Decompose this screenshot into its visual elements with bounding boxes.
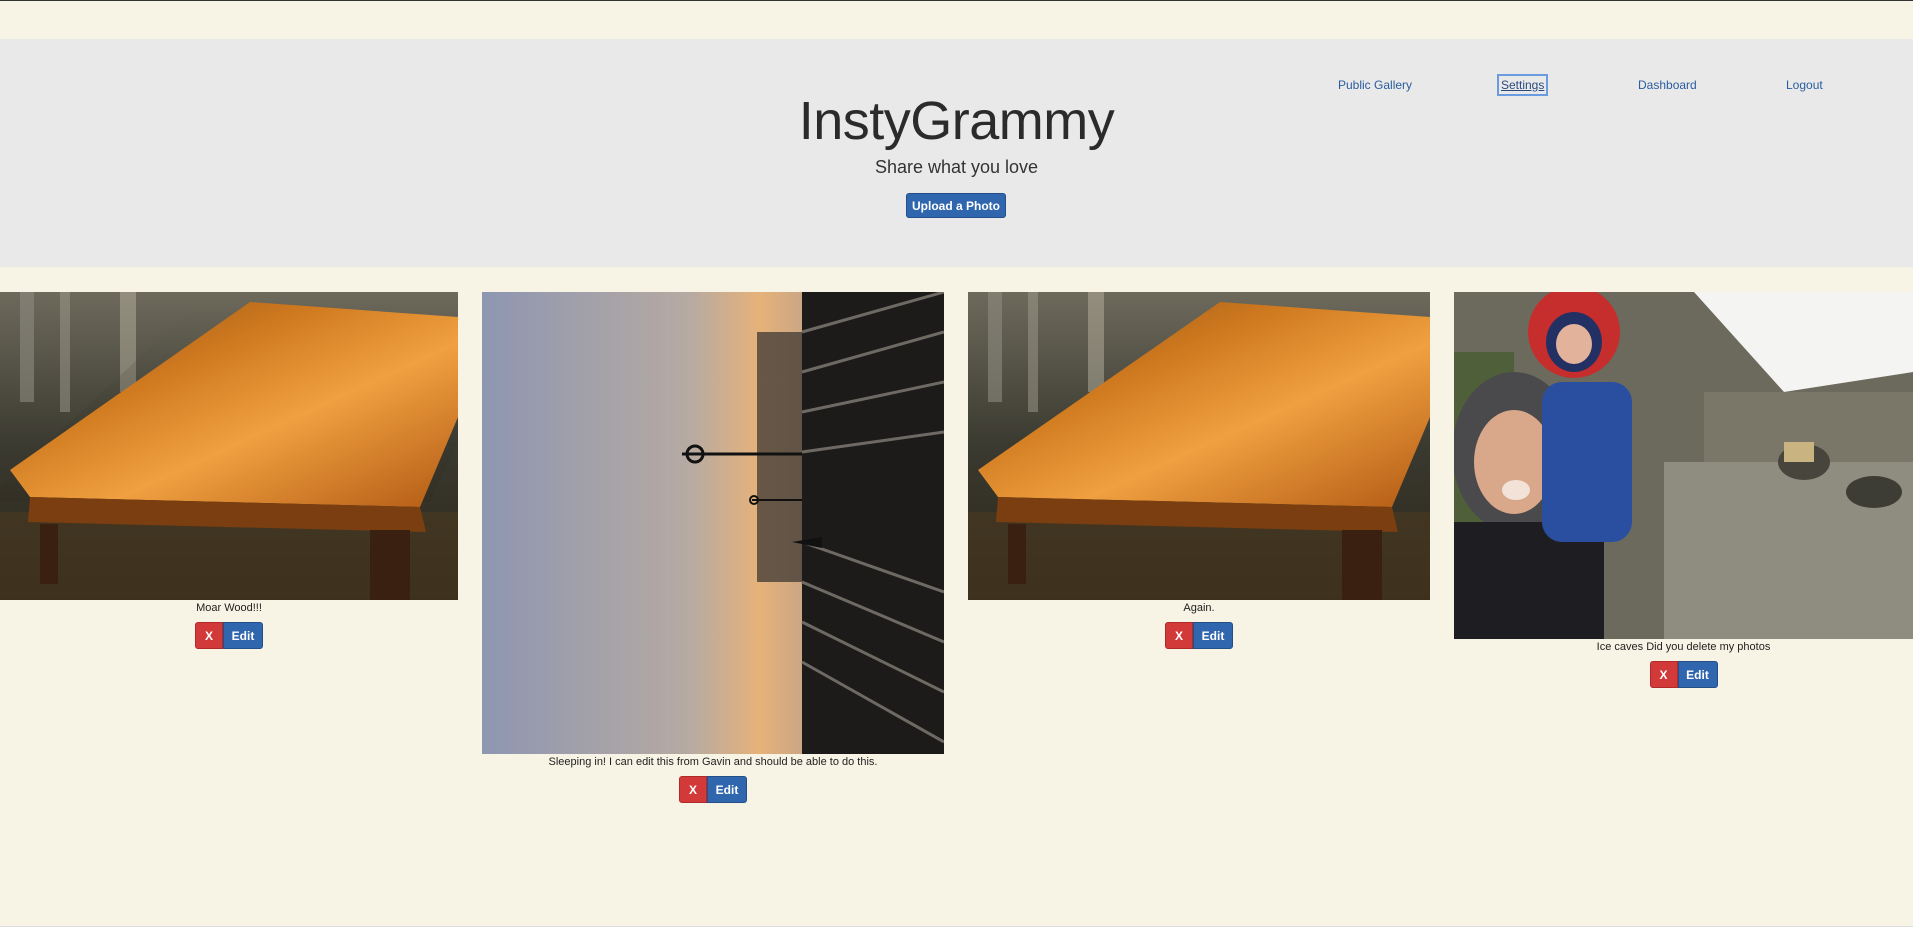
photo-actions: X Edit	[0, 622, 458, 649]
photo-card: Sleeping in! I can edit this from Gavin …	[482, 292, 944, 807]
delete-photo-button[interactable]: X	[679, 776, 707, 803]
wooden-table-photo	[0, 292, 458, 600]
wooden-table-photo	[968, 292, 1430, 600]
photo-image[interactable]	[0, 292, 458, 600]
edit-photo-button[interactable]: Edit	[223, 622, 263, 649]
delete-photo-button[interactable]: X	[1649, 661, 1678, 688]
photo-caption: Moar Wood!!!	[196, 602, 262, 614]
pier-sunset-photo	[482, 292, 944, 754]
edit-photo-button[interactable]: Edit	[1677, 661, 1718, 688]
upload-photo-button[interactable]: Upload a Photo	[906, 193, 1006, 218]
photo-actions: X Edit	[968, 622, 1430, 649]
photo-image[interactable]	[1454, 292, 1913, 639]
photo-card: Moar Wood!!! X Edit	[0, 292, 458, 662]
top-border	[0, 0, 1913, 1]
header-jumbotron	[0, 39, 1913, 267]
ice-caves-photo	[1454, 292, 1913, 639]
photo-actions: X Edit	[1454, 661, 1913, 688]
site-title: InstyGrammy	[798, 91, 1115, 151]
edit-photo-button[interactable]: Edit	[1193, 622, 1233, 649]
photo-image[interactable]	[968, 292, 1430, 600]
edit-photo-button[interactable]: Edit	[707, 776, 747, 803]
photo-actions: X Edit	[482, 776, 944, 803]
photo-image[interactable]	[482, 292, 944, 754]
photo-caption: Sleeping in! I can edit this from Gavin …	[548, 756, 878, 768]
delete-photo-button[interactable]: X	[1165, 622, 1193, 649]
photo-caption: Again.	[1183, 602, 1215, 614]
photo-card: Again. X Edit	[968, 292, 1430, 662]
photo-caption: Ice caves Did you delete my photos	[1596, 641, 1771, 653]
site-tagline: Share what you love	[874, 157, 1039, 177]
delete-photo-button[interactable]: X	[195, 622, 223, 649]
photo-card: Ice caves Did you delete my photos X Edit	[1454, 292, 1913, 692]
